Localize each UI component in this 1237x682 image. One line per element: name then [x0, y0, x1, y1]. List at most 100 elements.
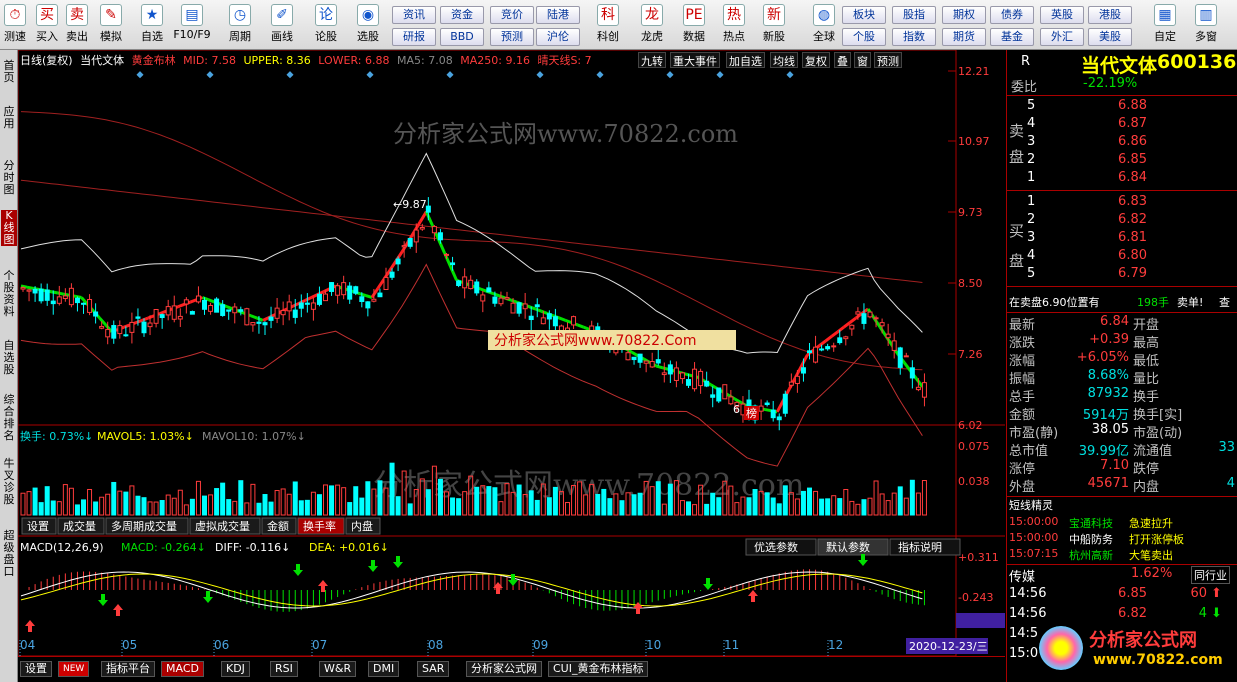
- chart-canvas[interactable]: 12.21 10.97 9.73 8.50 7.26 6.02 0.075 0.038 +0.3…: [17, 49, 1005, 657]
- toolbar-btn-6[interactable]: ◷ 周期: [220, 2, 260, 48]
- leftnav-item-6[interactable]: 综合排名: [1, 394, 17, 442]
- toolbar-btn-0[interactable]: ⏱ 测速: [0, 2, 30, 48]
- toolbar-icon-14: 新: [763, 4, 785, 26]
- bottom-tab-8[interactable]: SAR: [417, 661, 450, 677]
- toolbar-btn-14[interactable]: 新新股: [754, 2, 794, 48]
- event-marker[interactable]: [366, 71, 374, 79]
- candle: [105, 329, 111, 338]
- toolbar-tag-5[interactable]: BBD: [440, 28, 484, 46]
- toolbar-tag-12[interactable]: 英股: [1040, 6, 1084, 24]
- toolbar-tag-15[interactable]: 指数: [892, 28, 936, 46]
- leftnav-item-5[interactable]: 自选股: [1, 340, 17, 376]
- toolbar-btn-12[interactable]: PE 数据: [674, 2, 714, 48]
- toolbar-btn-1[interactable]: 买买入: [32, 2, 62, 48]
- toolbar-tag-8[interactable]: 板块: [842, 6, 886, 24]
- event-marker[interactable]: [446, 71, 454, 79]
- jl-stock[interactable]: 中船防务: [1069, 531, 1113, 547]
- toolbar-tag-11[interactable]: 债券: [990, 6, 1034, 24]
- jingling-title[interactable]: 短线精灵: [1009, 497, 1053, 513]
- toolbar-tag-16[interactable]: 期货: [942, 28, 986, 46]
- toolbar-btn-8[interactable]: 论论股: [306, 2, 346, 48]
- macd-info-1: MACD: -0.264↓: [121, 541, 206, 554]
- toolbar-btn-4[interactable]: ★ 自选: [132, 2, 172, 48]
- leftnav-item-0[interactable]: 首页: [1, 60, 17, 84]
- toolbar-tag-0[interactable]: 资讯: [392, 6, 436, 24]
- jl-stock[interactable]: 杭州高新: [1069, 547, 1113, 563]
- bottom-tab-3[interactable]: MACD: [161, 661, 204, 677]
- site-logo: 分析家公式网 www.70822.com: [1037, 624, 1233, 676]
- top-tab-4[interactable]: 复权: [802, 52, 830, 68]
- leftnav-item-4[interactable]: 个股资料: [1, 270, 17, 318]
- toolbar-tag-1[interactable]: 资金: [440, 6, 484, 24]
- volume-bar: [813, 490, 819, 516]
- notice-text: 在卖盘6.90位置有: [1009, 296, 1100, 309]
- toolbar-tag-17[interactable]: 基金: [990, 28, 1034, 46]
- toolbar-btn-9[interactable]: ◉ 选股: [348, 2, 388, 48]
- bottom-tab-5[interactable]: RSI: [270, 661, 298, 677]
- bottom-tab-7[interactable]: DMI: [368, 661, 400, 677]
- toolbar-tag-18[interactable]: 外汇: [1040, 28, 1084, 46]
- leftnav-item-3[interactable]: K线图: [1, 210, 17, 246]
- toolbar-tag-10[interactable]: 期权: [942, 6, 986, 24]
- toolbar-btn-3[interactable]: ✎ 模拟: [96, 2, 126, 48]
- leftnav-item-8[interactable]: 超级盘口: [1, 530, 17, 578]
- leftnav-item-2[interactable]: 分时图: [1, 160, 17, 196]
- top-tab-1[interactable]: 重大事件: [670, 52, 720, 68]
- bottom-tab-1[interactable]: NEW: [58, 661, 90, 677]
- event-marker[interactable]: [536, 71, 544, 79]
- kline-chart-area[interactable]: 12.21 10.97 9.73 8.50 7.26 6.02 0.075 0.038 +0.3…: [17, 49, 1005, 657]
- bottom-tab-10[interactable]: CUI_黄金布林指标: [548, 661, 649, 677]
- event-marker[interactable]: [786, 71, 794, 79]
- bottom-tab-9[interactable]: 分析家公式网: [466, 661, 542, 677]
- toolbar-btn-10[interactable]: 科科创: [588, 2, 628, 48]
- event-marker[interactable]: [596, 71, 604, 79]
- toolbar-tag-14[interactable]: 个股: [842, 28, 886, 46]
- toolbar-btn-5[interactable]: ▤ F10/F9: [172, 2, 212, 48]
- jl-stock[interactable]: 宝通科技: [1069, 515, 1113, 531]
- candle: [250, 322, 256, 326]
- top-tab-7[interactable]: 预测: [874, 52, 902, 68]
- watermark: 分析家公式网www.70822.com: [393, 120, 738, 148]
- toolbar-tag-6[interactable]: 预测: [490, 28, 534, 46]
- top-tab-0[interactable]: 九转: [638, 52, 666, 68]
- buy-level: 3: [1027, 230, 1036, 245]
- toolbar-tag-7[interactable]: 沪伦: [536, 28, 580, 46]
- leftnav-item-1[interactable]: 应用: [1, 106, 17, 130]
- top-tab-2[interactable]: 加自选: [726, 52, 765, 68]
- mid-line: [686, 372, 693, 378]
- toolbar-btn-16[interactable]: ▦ 自定: [1145, 2, 1185, 48]
- event-marker[interactable]: [136, 71, 144, 79]
- bottom-tab-6[interactable]: W&R: [319, 661, 357, 677]
- toolbar-tag-13[interactable]: 港股: [1088, 6, 1132, 24]
- month-label: 04: [20, 638, 35, 652]
- toolbar-btn-17[interactable]: ▥ 多窗: [1186, 2, 1226, 48]
- period-label[interactable]: 日线(复权): [20, 54, 73, 67]
- event-marker[interactable]: [206, 71, 214, 79]
- top-tab-5[interactable]: 叠: [834, 52, 851, 68]
- top-tab-3[interactable]: 均线: [770, 52, 798, 68]
- same-industry-button[interactable]: 同行业: [1191, 566, 1230, 584]
- toolbar-tag-19[interactable]: 美股: [1088, 28, 1132, 46]
- toolbar-btn-7[interactable]: ✐ 画线: [262, 2, 302, 48]
- candle: [310, 302, 316, 310]
- event-marker[interactable]: [716, 71, 724, 79]
- bottom-tab-2[interactable]: 指标平台: [101, 661, 155, 677]
- top-tab-6[interactable]: 窗: [854, 52, 871, 68]
- lower-value: LOWER: 6.88: [318, 54, 390, 67]
- bottom-tab-4[interactable]: KDJ: [221, 661, 250, 677]
- leftnav-item-7[interactable]: 牛叉诊股: [1, 458, 17, 506]
- vol-tab-label: 虚拟成交量: [195, 519, 250, 533]
- notice-button[interactable]: 查: [1219, 294, 1230, 310]
- bottom-tab-0[interactable]: 设置: [20, 661, 52, 677]
- toolbar-btn-15[interactable]: ◍ 全球: [804, 2, 844, 48]
- event-marker[interactable]: [666, 71, 674, 79]
- toolbar-btn-13[interactable]: 热热点: [714, 2, 754, 48]
- weibi-label: 委比: [1011, 80, 1038, 95]
- toolbar-tag-4[interactable]: 研报: [392, 28, 436, 46]
- toolbar-btn-2[interactable]: 卖卖出: [62, 2, 92, 48]
- toolbar-tag-9[interactable]: 股指: [892, 6, 936, 24]
- event-marker[interactable]: [286, 71, 294, 79]
- toolbar-tag-3[interactable]: 陆港: [536, 6, 580, 24]
- toolbar-tag-2[interactable]: 竞价: [490, 6, 534, 24]
- toolbar-btn-11[interactable]: 龙龙虎: [632, 2, 672, 48]
